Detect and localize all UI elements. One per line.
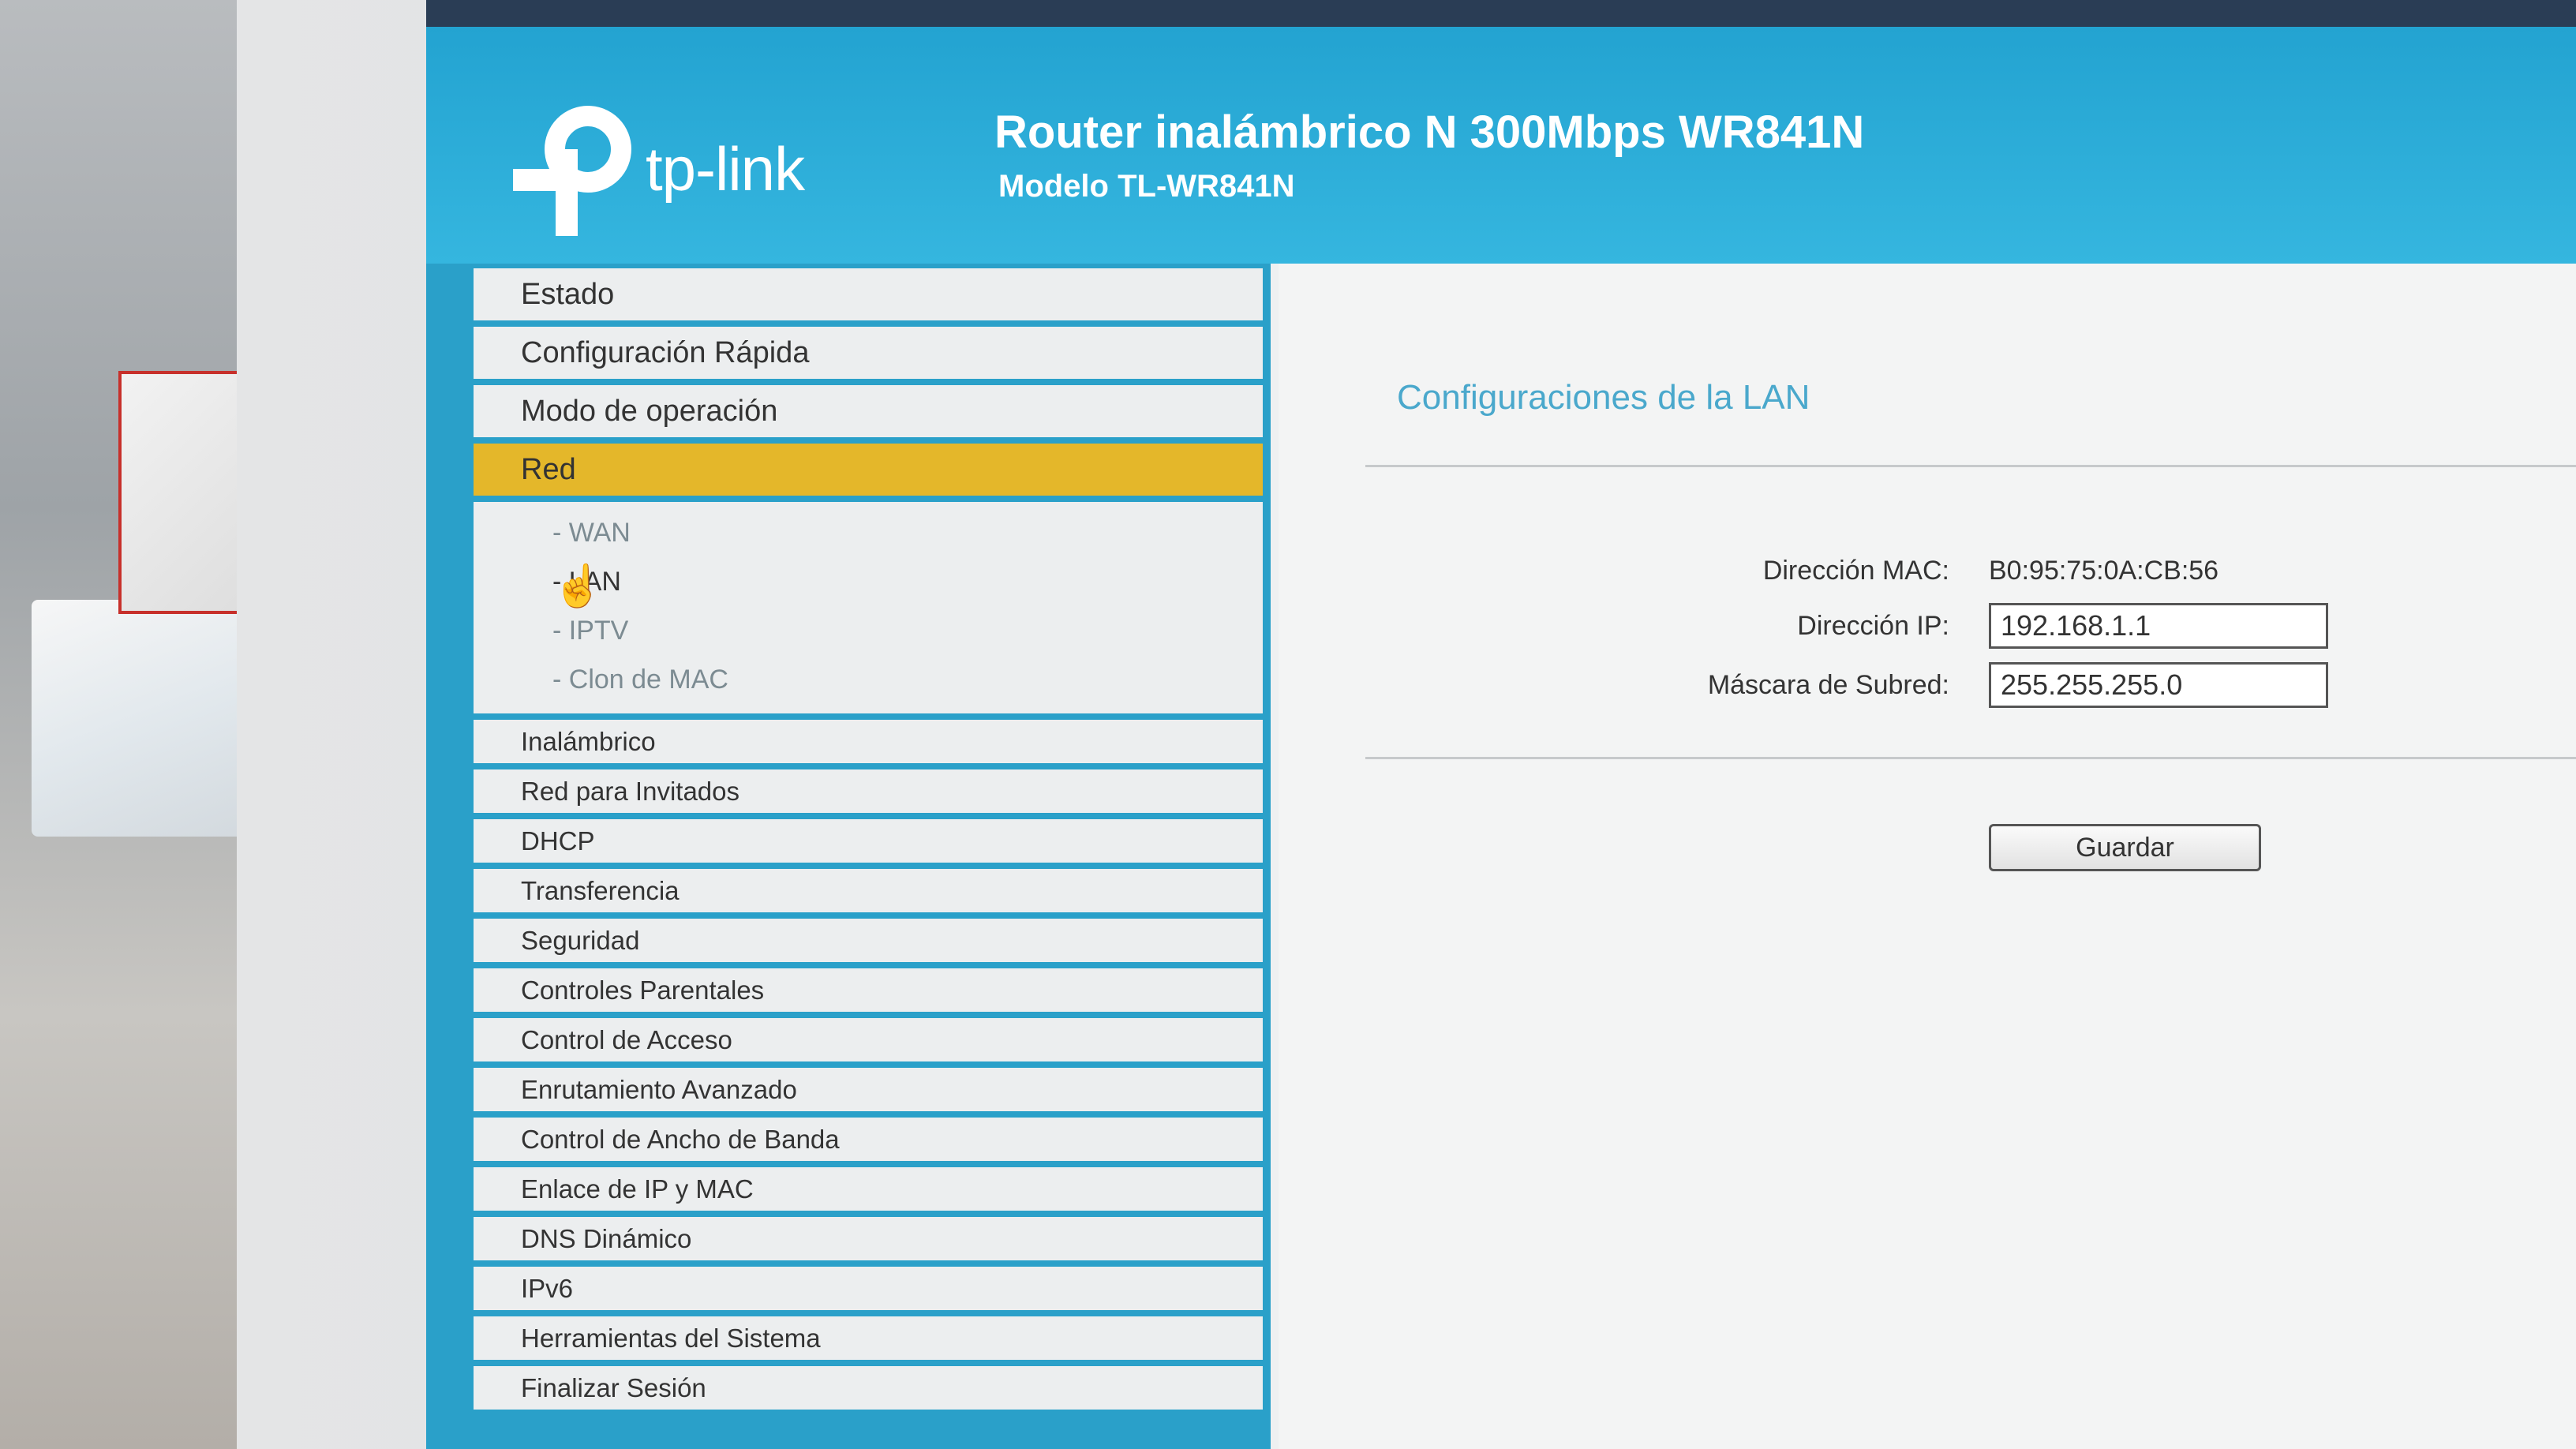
- tplink-logo-icon: [513, 106, 631, 236]
- mac-row: Dirección MAC: B0:95:75:0A:CB:56: [1357, 556, 2218, 586]
- sidebar-item-controles-parentales[interactable]: Controles Parentales: [474, 968, 1263, 1012]
- mac-label: Dirección MAC:: [1762, 556, 1949, 586]
- ip-row: Dirección IP:: [1357, 603, 2328, 649]
- sidebar-subitem-wan[interactable]: - WAN: [474, 508, 1263, 557]
- sidebar-item-herramientas[interactable]: Herramientas del Sistema: [474, 1316, 1263, 1360]
- sidebar-subitem-iptv[interactable]: - IPTV: [474, 606, 1263, 655]
- logo-text: tp-link: [646, 133, 805, 204]
- sidebar-item-estado[interactable]: Estado: [474, 268, 1263, 320]
- sidebar-menu: Estado Configuración Rápida Modo de oper…: [474, 268, 1263, 1416]
- browser-top-strip: [426, 0, 2576, 27]
- sidebar-item-control-acceso[interactable]: Control de Acceso: [474, 1018, 1263, 1061]
- divider-top: [1365, 465, 2576, 467]
- sidebar-item-enrutamiento-avanzado[interactable]: Enrutamiento Avanzado: [474, 1068, 1263, 1111]
- mac-value: B0:95:75:0A:CB:56: [1989, 556, 2219, 586]
- sidebar-item-transferencia[interactable]: Transferencia: [474, 869, 1263, 912]
- hand-cursor-icon: ☝: [552, 564, 604, 609]
- sidebar-item-finalizar-sesion[interactable]: Finalizar Sesión: [474, 1366, 1263, 1410]
- save-button[interactable]: Guardar: [1989, 824, 2261, 871]
- sidebar-item-red[interactable]: Red: [474, 444, 1263, 496]
- mask-label: Máscara de Subred:: [1707, 669, 1949, 700]
- main-content: Configuraciones de la LAN Dirección MAC:…: [1279, 264, 2576, 1449]
- sidebar-item-red-invitados[interactable]: Red para Invitados: [474, 769, 1263, 813]
- mask-row: Máscara de Subred:: [1357, 662, 2328, 708]
- ip-label: Dirección IP:: [1797, 610, 1949, 641]
- sidebar-item-enlace-ip-mac[interactable]: Enlace de IP y MAC: [474, 1167, 1263, 1211]
- sidebar-item-modo-operacion[interactable]: Modo de operación: [474, 385, 1263, 437]
- sidebar-item-dhcp[interactable]: DHCP: [474, 819, 1263, 863]
- sidebar-item-seguridad[interactable]: Seguridad: [474, 919, 1263, 962]
- router-model: Modelo TL-WR841N: [998, 169, 1295, 204]
- tplink-logo: tp-link: [513, 106, 805, 236]
- divider-bottom: [1365, 757, 2576, 759]
- page-title: Configuraciones de la LAN: [1397, 378, 1810, 417]
- sidebar-item-ipv6[interactable]: IPv6: [474, 1267, 1263, 1310]
- router-admin-screen: tp-link Router inalámbrico N 300Mbps WR8…: [426, 0, 2576, 1449]
- sidebar-item-configuracion-rapida[interactable]: Configuración Rápida: [474, 327, 1263, 379]
- ip-address-input[interactable]: [1989, 603, 2328, 649]
- sidebar-item-dns-dinamico[interactable]: DNS Dinámico: [474, 1217, 1263, 1260]
- sidebar-item-inalambrico[interactable]: Inalámbrico: [474, 720, 1263, 763]
- sidebar-item-ancho-banda[interactable]: Control de Ancho de Banda: [474, 1118, 1263, 1161]
- sidebar-subitem-clon-mac[interactable]: - Clon de MAC: [474, 655, 1263, 704]
- router-title: Router inalámbrico N 300Mbps WR841N: [994, 107, 1865, 158]
- header-banner: tp-link Router inalámbrico N 300Mbps WR8…: [426, 27, 2576, 264]
- subnet-mask-input[interactable]: [1989, 662, 2328, 708]
